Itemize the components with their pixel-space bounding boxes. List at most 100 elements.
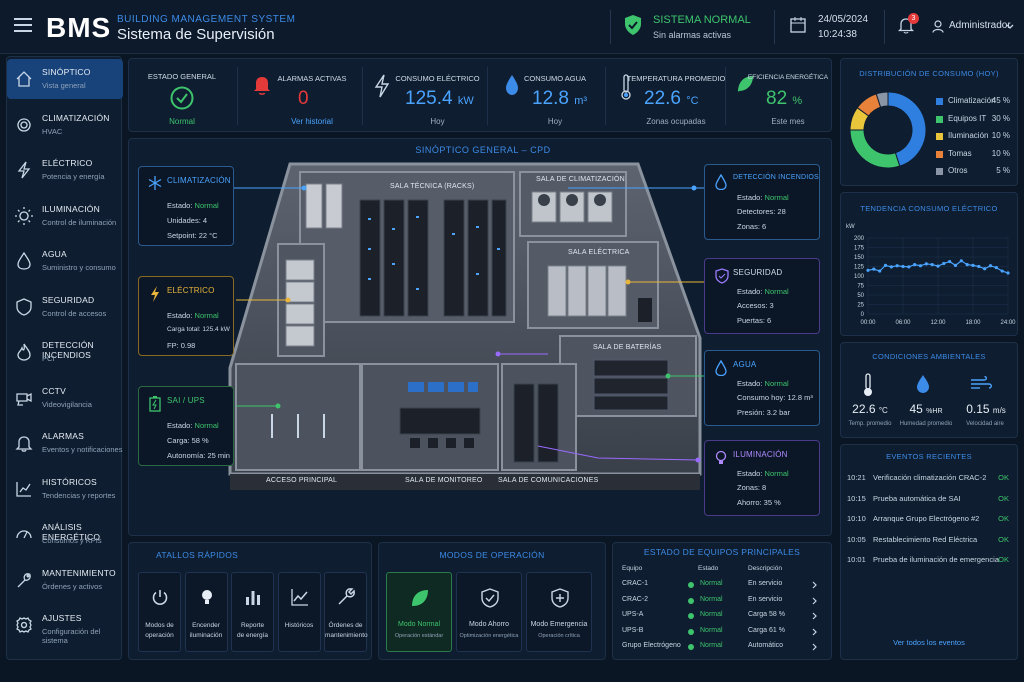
history-link[interactable]: Ver historial bbox=[262, 117, 362, 126]
sidebar-item-11[interactable]: MANTENIMIENTO Órdenes y activos bbox=[7, 560, 123, 600]
quick-action-0[interactable]: Modos de operación bbox=[138, 572, 181, 652]
chevron-right-icon[interactable] bbox=[812, 581, 818, 589]
card-iluminacion[interactable]: ILUMINACIÓN Estado: Normal Zonas: 8 Ahor… bbox=[704, 440, 820, 516]
card-ups[interactable]: SAI / UPS Estado: Normal Carga: 58 % Aut… bbox=[138, 386, 234, 466]
room-electrica[interactable]: SALA ELÉCTRICA bbox=[568, 249, 630, 256]
mode-2[interactable]: Modo Emergencia Operación crítica bbox=[526, 572, 592, 652]
table-row[interactable]: UPS-B Normal Carga 61 % bbox=[622, 627, 828, 642]
sidebar-item-10[interactable]: ANÁLISIS ENERGÉTICO Consumos y KPIs bbox=[7, 514, 123, 554]
data-point[interactable] bbox=[936, 264, 940, 268]
battery-icon bbox=[149, 396, 161, 412]
sidebar-item-4[interactable]: AGUA Suministro y consumo bbox=[7, 241, 123, 281]
data-point[interactable] bbox=[878, 269, 882, 273]
value: 0.15 bbox=[966, 402, 990, 416]
room-clima[interactable]: SALA DE CLIMATIZACIÓN bbox=[536, 176, 625, 183]
kpi-title: ALARMAS ACTIVAS bbox=[277, 74, 347, 83]
data-point[interactable] bbox=[866, 268, 870, 272]
power-trend-chart[interactable]: kW 0 25 50 75 100 125 150 175 200 00:00 06:00 12:00 1… bbox=[840, 216, 1018, 332]
data-point[interactable] bbox=[959, 259, 963, 263]
data-point[interactable] bbox=[907, 265, 911, 269]
data-point[interactable] bbox=[971, 263, 975, 267]
table-row[interactable]: CRAC-1 Normal En servicio bbox=[622, 580, 828, 595]
sidebar-item-sub: PCI bbox=[42, 354, 55, 363]
card-row: Ahorro: 35 % bbox=[737, 498, 781, 507]
room-baterias[interactable]: SALA DE BATERÍAS bbox=[593, 344, 661, 351]
sidebar-item-2[interactable]: ELÉCTRICO Potencia y energía bbox=[7, 150, 123, 190]
data-point[interactable] bbox=[965, 263, 969, 267]
table-row[interactable]: CRAC-2 Normal En servicio bbox=[622, 596, 828, 611]
quick-action-1[interactable]: Encender iluminación bbox=[184, 572, 228, 652]
legend-label: Iluminación bbox=[948, 131, 989, 140]
quick-action-4[interactable]: Órdenes de mantenimiento bbox=[324, 572, 368, 652]
sidebar-item-1[interactable]: CLIMATIZACIÓN HVAC bbox=[7, 105, 123, 145]
chevron-right-icon[interactable] bbox=[812, 628, 818, 636]
data-point[interactable] bbox=[918, 264, 923, 268]
menu-icon[interactable] bbox=[14, 18, 32, 32]
data-point[interactable] bbox=[953, 263, 958, 267]
mode-1[interactable]: Modo Ahorro Optimización energética bbox=[456, 572, 522, 652]
data-point[interactable] bbox=[977, 264, 981, 269]
card-row: Estado: Normal bbox=[167, 421, 219, 430]
data-point[interactable] bbox=[930, 263, 934, 267]
sidebar-item-3[interactable]: ILUMINACIÓN Control de iluminación bbox=[7, 196, 123, 236]
data-point[interactable] bbox=[889, 265, 893, 269]
data-point[interactable] bbox=[1006, 271, 1010, 275]
chevron-down-icon[interactable] bbox=[1006, 24, 1014, 30]
mode-sub: Operación estándar bbox=[394, 633, 444, 639]
data-point[interactable] bbox=[942, 261, 946, 266]
sidebar-item-6[interactable]: DETECCIÓN INCENDIOS PCI bbox=[7, 332, 123, 372]
data-point[interactable] bbox=[1000, 269, 1004, 273]
quick-action-2[interactable]: Reporte de energía bbox=[231, 572, 274, 652]
sidebar-item-9[interactable]: HISTÓRICOS Tendencias y reportes bbox=[7, 469, 123, 509]
card-agua[interactable]: AGUA Estado: Normal Consumo hoy: 12.8 m³… bbox=[704, 350, 820, 426]
card-incendios[interactable]: DETECCIÓN INCENDIOS Estado: Normal Detec… bbox=[704, 164, 820, 240]
kpi-sub: Zonas ocupadas bbox=[646, 117, 706, 126]
data-point[interactable] bbox=[988, 264, 993, 268]
data-point[interactable] bbox=[913, 263, 917, 267]
y-tick-label: 75 bbox=[857, 284, 864, 290]
consumption-donut-chart[interactable] bbox=[846, 88, 930, 172]
chevron-right-icon[interactable] bbox=[812, 597, 818, 605]
card-climatizacion[interactable]: CLIMATIZACIÓN Estado: Normal Unidades: 4… bbox=[138, 166, 234, 246]
sidebar-item-7[interactable]: CCTV Videovigilancia bbox=[7, 378, 123, 418]
data-point[interactable] bbox=[883, 263, 888, 267]
mode-0[interactable]: Modo Normal Operación estándar bbox=[386, 572, 452, 652]
unit: °C bbox=[878, 406, 888, 415]
shield-plus-icon bbox=[551, 588, 569, 608]
sidebar-item-8[interactable]: ALARMAS Eventos y notificaciones bbox=[7, 423, 123, 463]
list-item[interactable]: 10:15 Prueba automática de SAI OK bbox=[847, 494, 1009, 512]
room-acceso[interactable]: ACCESO PRINCIPAL bbox=[266, 477, 337, 484]
list-item[interactable]: 10:21 Verificación climatización CRAC-2 OK bbox=[847, 473, 1009, 491]
room-comunicaciones[interactable]: SALA DE COMUNICACIONES bbox=[498, 477, 598, 484]
event-state: OK bbox=[998, 473, 1009, 482]
data-point[interactable] bbox=[901, 264, 905, 269]
all-events-link[interactable]: Ver todos los eventos bbox=[840, 638, 1018, 647]
sidebar-item-12[interactable]: AJUSTES Configuración del sistema bbox=[7, 605, 123, 645]
sidebar-item-5[interactable]: SEGURIDAD Control de accesos bbox=[7, 287, 123, 327]
kpi-title: EFICIENCIA ENERGÉTICA bbox=[747, 74, 829, 81]
drop-icon bbox=[715, 360, 727, 376]
data-point[interactable] bbox=[895, 264, 899, 268]
pie-slice-1[interactable] bbox=[849, 129, 901, 169]
ambient-temp: 22.6 °C bbox=[846, 402, 894, 416]
chevron-right-icon[interactable] bbox=[812, 612, 818, 620]
room-racks[interactable]: SALA TÉCNICA (RACKS) bbox=[390, 183, 474, 190]
user-menu[interactable]: Administrador bbox=[949, 20, 1011, 31]
room-monitoreo[interactable]: SALA DE MONITOREO bbox=[405, 477, 483, 484]
card-electrico[interactable]: ELÉCTRICO Estado: Normal Carga total: 12… bbox=[138, 276, 234, 356]
table-row[interactable]: UPS-A Normal Carga 58 % bbox=[622, 611, 828, 626]
kpi-alarmas[interactable]: ALARMAS ACTIVAS 0 Ver historial bbox=[236, 62, 361, 130]
list-item[interactable]: 10:05 Restablecimiento Red Eléctrica OK bbox=[847, 535, 1009, 553]
list-item[interactable]: 10:01 Prueba de iluminación de emergencia… bbox=[847, 555, 1009, 573]
data-point[interactable] bbox=[983, 267, 987, 271]
data-point[interactable] bbox=[948, 259, 952, 264]
list-item[interactable]: 10:10 Arranque Grupo Electrógeno #2 OK bbox=[847, 514, 1009, 532]
sidebar-item-0[interactable]: SINÓPTICO Vista general bbox=[7, 59, 123, 99]
data-point[interactable] bbox=[924, 262, 928, 266]
card-seguridad[interactable]: SEGURIDAD Estado: Normal Accesos: 3 Puer… bbox=[704, 258, 820, 334]
quick-action-3[interactable]: Históricos bbox=[277, 572, 321, 652]
chevron-right-icon[interactable] bbox=[812, 643, 818, 651]
table-row[interactable]: Grupo Electrógeno Normal Automático bbox=[622, 642, 828, 657]
data-point[interactable] bbox=[872, 267, 876, 271]
data-point[interactable] bbox=[994, 266, 998, 270]
